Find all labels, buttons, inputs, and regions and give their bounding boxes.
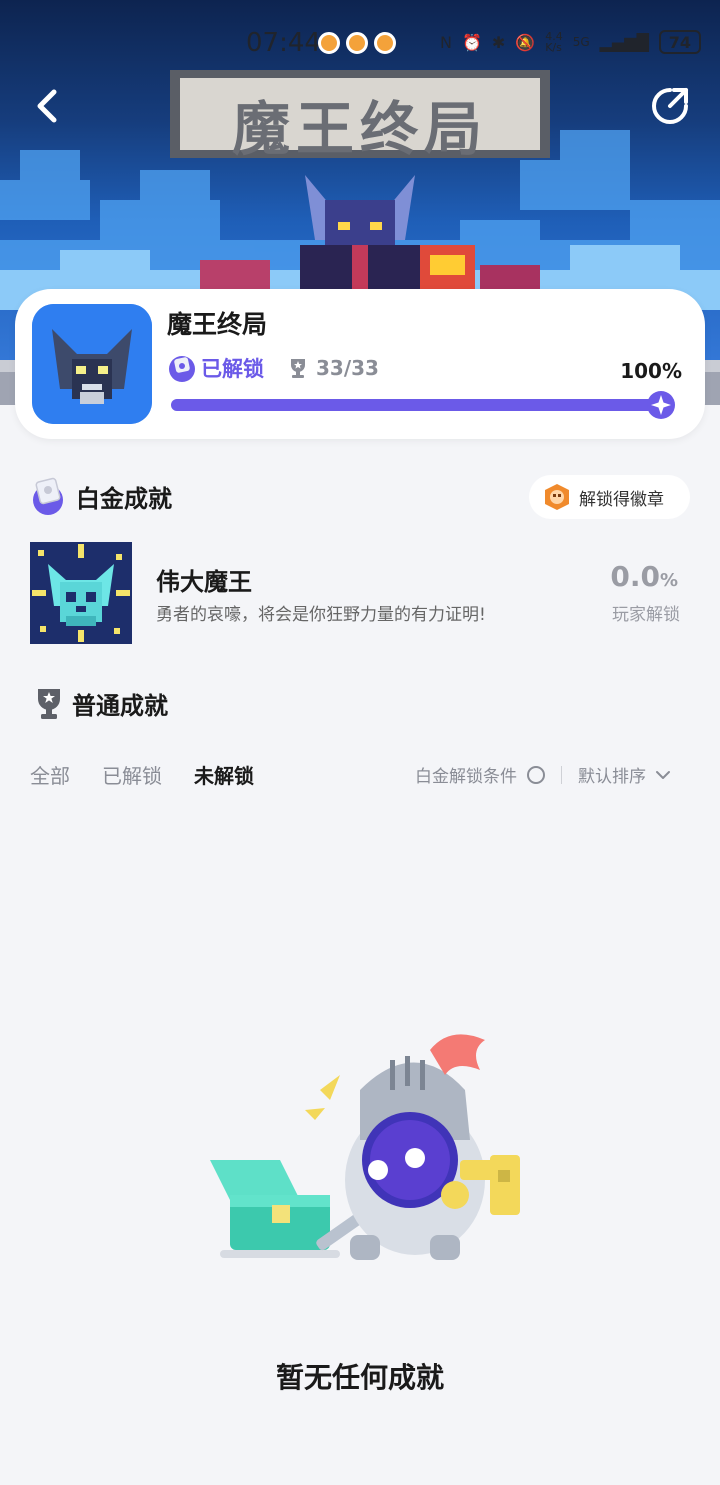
unlock-label: 已解锁 [201, 357, 264, 381]
tab-locked[interactable]: 未解锁 [194, 760, 254, 789]
normal-section-title: 普通成就 [72, 692, 168, 720]
tab-all[interactable]: 全部 [30, 760, 70, 789]
progress-star-icon [647, 391, 675, 419]
status-time: 07:44 [246, 28, 321, 58]
achievement-name: 伟大魔王 [156, 568, 252, 596]
game-summary-card: 魔王终局 已解锁 33/33 100% [15, 289, 705, 439]
alarm-icon: ⏰ [461, 32, 482, 52]
game-icon[interactable] [32, 304, 152, 424]
trophy-icon [291, 359, 305, 378]
progress-percent: 100% [620, 359, 682, 383]
game-title: 魔王终局 [167, 310, 268, 339]
signal-icon: ▂▄▆█ [599, 32, 649, 52]
platinum-trophy-icon [33, 477, 63, 515]
unlock-badge-button[interactable]: 解锁得徽章 [529, 475, 690, 519]
empty-knight-illustration [210, 1034, 520, 1260]
normal-section-header: 普通成就 [34, 686, 168, 721]
tab-unlocked[interactable]: 已解锁 [102, 760, 162, 789]
platinum-condition-filter-label[interactable]: 白金解锁条件 [415, 762, 517, 787]
network-type: 5G [572, 35, 590, 49]
bluetooth-icon: ✱ [491, 32, 506, 52]
filter-divider [561, 765, 562, 784]
unlock-rate: 0.0% [610, 560, 678, 593]
filter-bar: 白金解锁条件 默认排序 [415, 762, 672, 787]
platinum-achievement-item[interactable]: 伟大魔王 勇者的哀嚎，将会是你狂野力量的有力证明! 0.0% 玩家解锁 [30, 542, 690, 644]
unlock-status-row: 已解锁 33/33 [167, 353, 379, 383]
platinum-section-title: 白金成就 [76, 484, 172, 513]
unlock-rate-unit: % [659, 570, 678, 591]
platinum-badge-icon [169, 356, 195, 382]
share-icon [652, 88, 688, 124]
share-button[interactable] [648, 84, 692, 128]
banner-logo-text: 魔王终局 [231, 95, 488, 163]
platinum-section-header: 白金成就 [30, 476, 172, 516]
trophy-icon [38, 688, 60, 719]
chevron-down-icon[interactable] [654, 766, 672, 784]
back-button[interactable] [26, 84, 70, 128]
notification-icons [318, 32, 396, 54]
status-indicators: N ⏰ ✱ 🔕 4.4 K/s 5G ▂▄▆█ 74 [440, 30, 701, 54]
achievement-image [30, 542, 132, 644]
chevron-left-icon [37, 89, 57, 123]
trophy-count: 33/33 [316, 356, 379, 380]
progress-bar [171, 399, 671, 411]
unlock-rate-value: 0.0 [610, 560, 660, 593]
battery-indicator: 74 [658, 30, 701, 54]
nfc-icon: N [440, 32, 452, 52]
sort-dropdown-label[interactable]: 默认排序 [578, 762, 646, 787]
unlock-rate-label: 玩家解锁 [612, 605, 680, 625]
empty-state-text: 暂无任何成就 [275, 1361, 444, 1394]
badge-icon [545, 484, 569, 510]
unlock-badge-label: 解锁得徽章 [579, 489, 664, 510]
progress-bar-fill [171, 399, 671, 411]
achievement-description: 勇者的哀嚎，将会是你狂野力量的有力证明! [156, 605, 486, 625]
network-speed: 4.4 K/s [545, 30, 563, 54]
platinum-condition-toggle[interactable] [527, 765, 545, 784]
achievement-tabs: 全部 已解锁 未解锁 [30, 760, 254, 789]
status-bar: 07:44 N ⏰ ✱ 🔕 4.4 K/s 5G ▂▄▆█ 74 [0, 20, 720, 64]
mute-icon: 🔕 [515, 32, 536, 52]
